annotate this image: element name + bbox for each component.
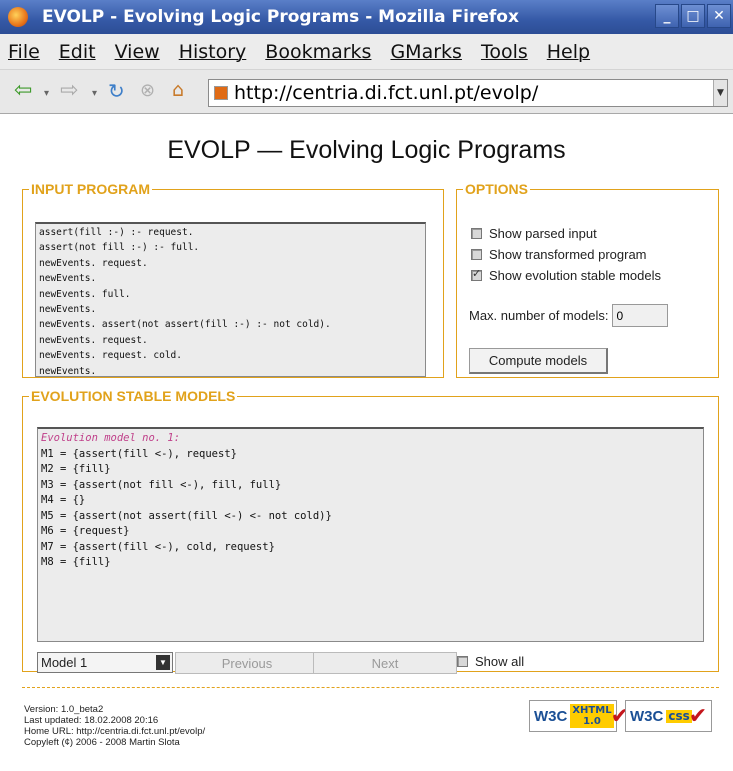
w3c-xhtml-badge[interactable]: W3C XHTML 1.0 ✔ — [529, 700, 629, 732]
page-title: EVOLP — Evolving Logic Programs — [167, 136, 566, 164]
w3c-logo-text: W3C — [534, 707, 568, 725]
input-program-legend: INPUT PROGRAM — [31, 181, 150, 197]
show-transformed-checkbox[interactable] — [471, 249, 482, 260]
menu-bar: File Edit View History Bookmarks GMarks … — [0, 34, 733, 70]
option-show-models[interactable]: Show evolution stable models — [471, 267, 661, 283]
close-button[interactable]: ✕ — [707, 4, 731, 28]
chevron-down-icon[interactable]: ▼ — [156, 655, 170, 670]
program-textarea[interactable]: assert(fill :-) :- request. assert(not f… — [35, 222, 426, 377]
show-parsed-checkbox[interactable] — [471, 228, 482, 239]
options-section: OPTIONS Show parsed input Show transform… — [456, 181, 719, 378]
address-bar[interactable]: http://centria.di.fct.unl.pt/evolp/ ▼ — [208, 79, 728, 107]
version-text: Version: 1.0_beta2 — [24, 704, 104, 715]
show-all-checkbox[interactable] — [457, 656, 468, 667]
maximize-button[interactable]: □ — [681, 4, 705, 28]
firefox-icon — [8, 7, 28, 27]
site-favicon-icon — [214, 86, 228, 100]
stable-models-section: EVOLUTION STABLE MODELS Evolution model … — [22, 388, 719, 674]
models-output: Evolution model no. 1: M1 = {assert(fill… — [37, 427, 704, 642]
footer-divider — [22, 687, 719, 688]
stop-icon[interactable]: ⊗ — [140, 80, 155, 101]
options-legend: OPTIONS — [465, 181, 529, 197]
input-program-section: INPUT PROGRAM assert(fill :-) :- request… — [22, 181, 444, 378]
back-icon[interactable]: ⇦ — [14, 78, 32, 103]
max-models-label: Max. number of models: — [469, 308, 609, 323]
show-models-label: Show evolution stable models — [489, 268, 661, 283]
menu-view[interactable]: View — [115, 41, 160, 63]
menu-edit[interactable]: Edit — [59, 41, 96, 63]
checkmark-icon: ✔ — [688, 703, 708, 729]
home-url-text: Home URL: http://centria.di.fct.unl.pt/e… — [24, 726, 206, 737]
max-models-row: Max. number of models: — [469, 304, 669, 327]
option-show-parsed[interactable]: Show parsed input — [471, 226, 597, 241]
back-dropdown-icon[interactable]: ▾ — [44, 88, 49, 99]
model-line: M3 = {assert(not fill <-), fill, full} — [41, 478, 282, 491]
show-transformed-label: Show transformed program — [489, 247, 647, 262]
compute-models-button[interactable]: Compute models — [469, 348, 608, 374]
copyleft-text: Copyleft (¢) 2006 - 2008 Martin Slota — [24, 737, 180, 748]
stable-models-legend: EVOLUTION STABLE MODELS — [31, 388, 236, 404]
w3c-logo-text: W3C — [630, 707, 664, 725]
model-line: M2 = {fill} — [41, 463, 111, 475]
menu-bookmarks[interactable]: Bookmarks — [265, 41, 371, 63]
model-line: M5 = {assert(not assert(fill <-) <- not … — [41, 509, 332, 522]
option-show-transformed[interactable]: Show transformed program — [471, 247, 647, 262]
w3c-css-badge[interactable]: W3C css ✔ — [625, 700, 712, 732]
address-dropdown-icon[interactable]: ▼ — [713, 80, 727, 106]
model-heading: Evolution model no. 1: — [41, 432, 181, 444]
model-line: M4 = {} — [41, 494, 86, 506]
home-icon[interactable]: ⌂ — [172, 79, 184, 101]
forward-icon[interactable]: ⇨ — [60, 78, 78, 103]
show-all-label: Show all — [475, 654, 525, 669]
xhtml-badge-label: XHTML 1.0 — [570, 704, 614, 728]
model-select-value: Model 1 — [41, 655, 88, 670]
model-line: M7 = {assert(fill <-), cold, request} — [41, 540, 275, 553]
menu-help[interactable]: Help — [547, 41, 590, 63]
next-button[interactable]: Next — [313, 652, 457, 674]
max-models-input[interactable] — [612, 304, 669, 327]
navigation-toolbar: ⇦ ▾ ⇨ ▾ ↻ ⊗ ⌂ http://centria.di.fct.unl.… — [0, 70, 733, 114]
show-all-option[interactable]: Show all — [457, 654, 524, 669]
show-models-checkbox[interactable] — [471, 267, 482, 281]
menu-gmarks[interactable]: GMarks — [390, 41, 461, 63]
menu-file[interactable]: File — [8, 41, 40, 63]
window-titlebar: EVOLP - Evolving Logic Programs - Mozill… — [0, 0, 733, 34]
minimize-button[interactable]: _ — [655, 4, 679, 28]
model-select[interactable]: Model 1 ▼ — [37, 652, 173, 673]
previous-button[interactable]: Previous — [175, 652, 319, 674]
show-parsed-label: Show parsed input — [489, 226, 597, 241]
model-line: M1 = {assert(fill <-), request} — [41, 447, 237, 460]
menu-history[interactable]: History — [179, 41, 247, 63]
model-line: M6 = {request} — [41, 525, 130, 537]
window-controls: _ □ ✕ — [655, 4, 731, 28]
address-url[interactable]: http://centria.di.fct.unl.pt/evolp/ — [234, 82, 538, 104]
window-title: EVOLP - Evolving Logic Programs - Mozill… — [42, 7, 519, 27]
reload-icon[interactable]: ↻ — [108, 79, 125, 103]
forward-dropdown-icon[interactable]: ▾ — [92, 88, 97, 99]
last-updated-text: Last updated: 18.02.2008 20:16 — [24, 715, 159, 726]
model-line: M8 = {fill} — [41, 556, 111, 568]
footer-info: Version: 1.0_beta2 Last updated: 18.02.2… — [24, 704, 205, 748]
menu-tools[interactable]: Tools — [481, 41, 528, 63]
